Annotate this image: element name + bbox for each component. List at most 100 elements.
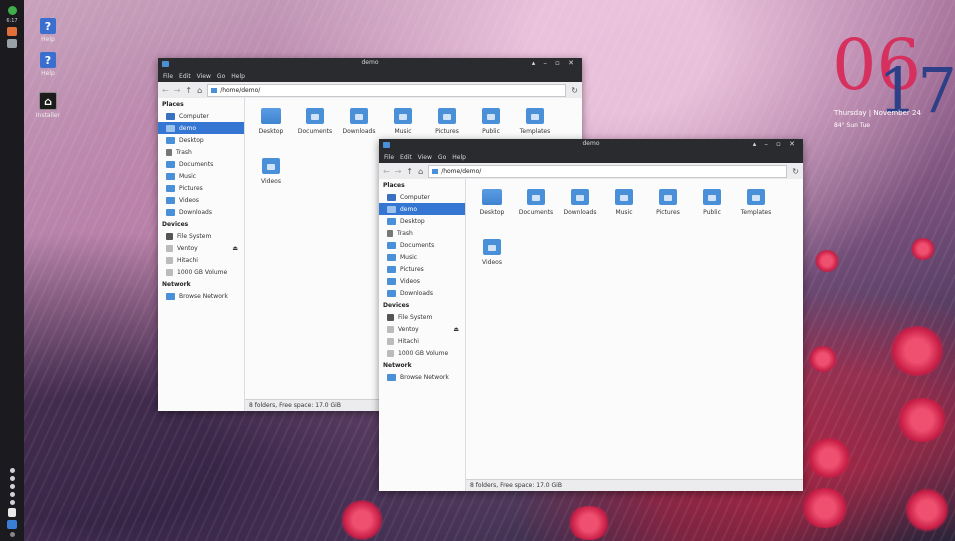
desktop-icon-help[interactable]: ? Help [28,18,68,43]
menu-view[interactable]: View [418,154,432,161]
menu-go[interactable]: Go [438,154,446,161]
file-item-pictures[interactable]: Pictures [646,185,690,235]
sidebar-item-demo[interactable]: demo [158,122,244,134]
firefox-icon[interactable] [7,27,17,36]
menu-file[interactable]: File [384,154,394,161]
sidebar-item-documents[interactable]: Documents [158,158,244,170]
sidebar-item-browse-network[interactable]: Browse Network [379,371,465,383]
sidebar-section-network: Network [383,362,412,369]
desktop-icon-help-2[interactable]: ? Help [28,52,68,77]
menu-edit[interactable]: Edit [400,154,412,161]
panel-clock[interactable]: 6:17 [6,18,17,24]
file-item-videos[interactable]: Videos [249,154,293,204]
eject-icon[interactable]: ⏏ [453,326,459,333]
file-manager-task-icon[interactable] [7,520,17,529]
sidebar-item-downloads[interactable]: Downloads [379,287,465,299]
sidebar-item-music[interactable]: Music [158,170,244,182]
file-item-public[interactable]: Public [690,185,734,235]
flower-decoration [808,346,838,372]
window-titlebar[interactable]: demo ▴ – ▫ ✕ [379,139,803,151]
desktop-icon-installer[interactable]: ⌂ Installer [28,92,68,119]
file-manager-window-front[interactable]: demo ▴ – ▫ ✕ File Edit View Go Help ← → … [379,139,803,491]
window-titlebar[interactable]: demo ▴ – ▫ ✕ [158,58,582,70]
sidebar-item-pictures[interactable]: Pictures [158,182,244,194]
sidebar-item-label: demo [400,205,418,213]
sidebar-item-desktop[interactable]: Desktop [158,134,244,146]
sidebar-item-trash[interactable]: Trash [379,227,465,239]
menu-view[interactable]: View [197,73,211,80]
volume-icon[interactable] [9,468,15,473]
file-item-documents[interactable]: Documents [514,185,558,235]
file-item-music[interactable]: Music [602,185,646,235]
forward-arrow-icon[interactable]: → [174,86,181,95]
sidebar-item-documents[interactable]: Documents [379,239,465,251]
clipboard-icon[interactable] [8,508,16,517]
show-desktop-icon[interactable] [9,532,15,537]
sidebar-item-pictures[interactable]: Pictures [379,263,465,275]
network-icon[interactable] [9,476,15,481]
sidebar-section-places: Places [162,101,184,108]
sidebar-item-browse-network[interactable]: Browse Network [158,290,244,302]
desktop-icon-label: Help [41,70,55,77]
reload-icon[interactable]: ↻ [792,167,799,176]
back-arrow-icon[interactable]: ← [162,86,169,95]
sidebar-item-music[interactable]: Music [379,251,465,263]
window-controls[interactable]: ▴ – ▫ ✕ [532,59,577,67]
up-arrow-icon[interactable]: ↑ [185,86,192,95]
battery-icon[interactable] [9,492,15,497]
files-icon[interactable] [7,39,17,48]
file-label: Pictures [435,128,459,135]
window-controls[interactable]: ▴ – ▫ ✕ [753,140,798,148]
file-label: Documents [518,209,554,216]
user-icon[interactable] [9,500,15,505]
menu-edit[interactable]: Edit [179,73,191,80]
location-bar[interactable]: /home/demo/ [207,83,567,97]
sidebar-item-demo[interactable]: demo [379,203,465,215]
drive-icon [387,313,394,321]
file-item-downloads[interactable]: Downloads [337,104,381,154]
file-item-downloads[interactable]: Downloads [558,185,602,235]
sidebar-item-volume[interactable]: 1000 GB Volume [379,347,465,359]
sidebar-item-hitachi[interactable]: Hitachi [379,335,465,347]
folder-icon [527,189,545,205]
sidebar-item-hitachi[interactable]: Hitachi [158,254,244,266]
file-item-videos[interactable]: Videos [470,235,514,285]
sidebar-item-computer[interactable]: Computer [379,191,465,203]
sidebar-item-videos[interactable]: Videos [379,275,465,287]
desktop-folder-icon [166,136,175,144]
sidebar-item-filesystem[interactable]: File System [379,311,465,323]
home-folder-icon [387,205,396,213]
folder-icon [166,184,175,192]
location-bar[interactable]: /home/demo/ [428,164,788,178]
sidebar-item-filesystem[interactable]: File System [158,230,244,242]
sidebar-item-computer[interactable]: Computer [158,110,244,122]
sidebar-item-desktop[interactable]: Desktop [379,215,465,227]
sidebar-item-downloads[interactable]: Downloads [158,206,244,218]
eject-icon[interactable]: ⏏ [232,245,238,252]
menu-file[interactable]: File [163,73,173,80]
file-item-desktop[interactable]: Desktop [249,104,293,154]
home-icon[interactable]: ⌂ [418,167,423,176]
sidebar-item-videos[interactable]: Videos [158,194,244,206]
folder-icon [387,265,396,273]
reload-icon[interactable]: ↻ [571,86,578,95]
menu-go[interactable]: Go [217,73,225,80]
sidebar-item-trash[interactable]: Trash [158,146,244,158]
menu-help[interactable]: Help [231,73,245,80]
file-item-documents[interactable]: Documents [293,104,337,154]
app-menu-icon[interactable] [7,6,17,15]
home-icon[interactable]: ⌂ [197,86,202,95]
menu-help[interactable]: Help [452,154,466,161]
file-item-desktop[interactable]: Desktop [470,185,514,235]
sidebar-item-volume[interactable]: 1000 GB Volume [158,266,244,278]
up-arrow-icon[interactable]: ↑ [406,167,413,176]
back-arrow-icon[interactable]: ← [383,167,390,176]
forward-arrow-icon[interactable]: → [395,167,402,176]
file-label: Documents [297,128,333,135]
sidebar-item-ventoy[interactable]: Ventoy ⏏ [379,323,465,335]
sidebar-item-ventoy[interactable]: Ventoy ⏏ [158,242,244,254]
sidebar-section-devices: Devices [162,221,189,228]
installer-icon: ⌂ [39,92,57,110]
pen-icon[interactable] [9,484,15,489]
file-item-templates[interactable]: Templates [734,185,778,235]
